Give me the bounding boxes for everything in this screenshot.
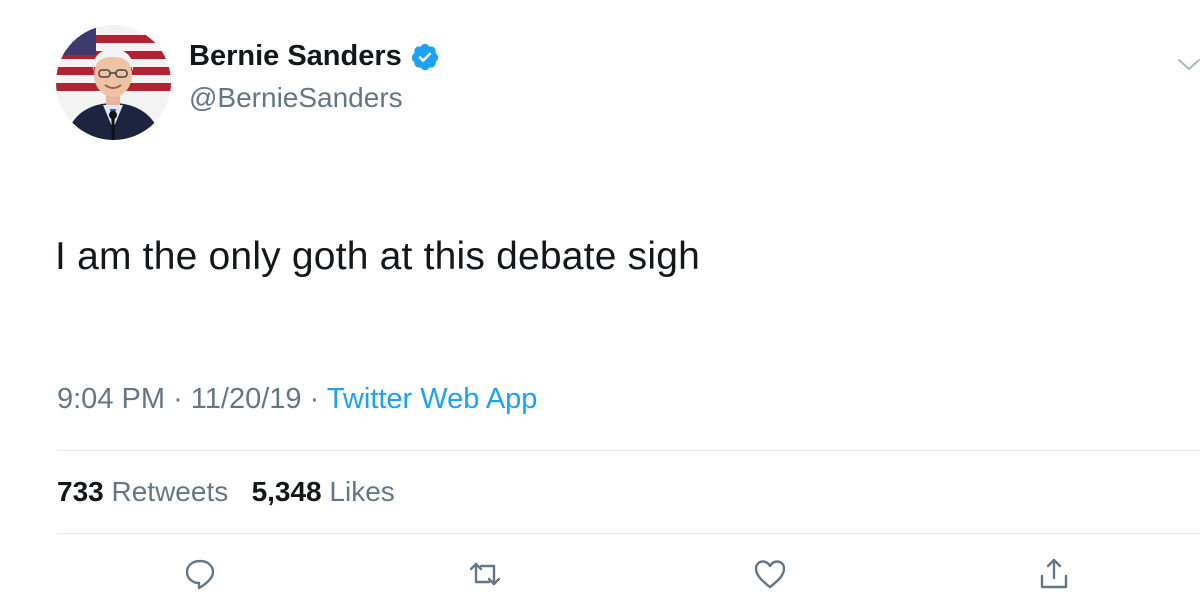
retweet-count-link[interactable]: 733 Retweets [57,476,236,507]
retweet-count: 733 [57,476,104,507]
retweet-icon[interactable] [467,556,503,592]
reply-icon[interactable] [182,556,218,592]
divider-top [57,450,1200,451]
like-count: 5,348 [251,476,322,507]
display-name[interactable]: Bernie Sanders [189,40,402,73]
share-icon[interactable] [1036,556,1072,592]
avatar-image [56,25,171,140]
tweet-detail: Bernie Sanders @BernieSanders I am the o… [0,0,1200,605]
display-name-row[interactable]: Bernie Sanders [189,40,440,73]
tweet-meta: 9:04 PM · 11/20/19 · Twitter Web App [57,383,537,416]
meta-separator-2: · [309,383,320,415]
tweet-date[interactable]: 11/20/19 [191,383,302,415]
tweet-stats: 733 Retweets 5,348 Likes [57,476,395,508]
tweet-source[interactable]: Twitter Web App [327,383,538,415]
like-label: Likes [329,476,395,507]
tweet-text: I am the only goth at this debate sigh [55,235,701,278]
avatar[interactable] [56,25,171,140]
user-handle[interactable]: @BernieSanders [189,82,403,114]
heart-icon[interactable] [752,556,788,592]
tweet-time[interactable]: 9:04 PM [57,383,165,415]
retweet-label: Retweets [111,476,229,507]
like-count-link[interactable]: 5,348 Likes [252,476,395,507]
divider-bottom [57,533,1200,534]
meta-separator: · [173,383,183,415]
verified-badge-icon [410,42,440,72]
chevron-down-icon[interactable] [1178,58,1200,72]
